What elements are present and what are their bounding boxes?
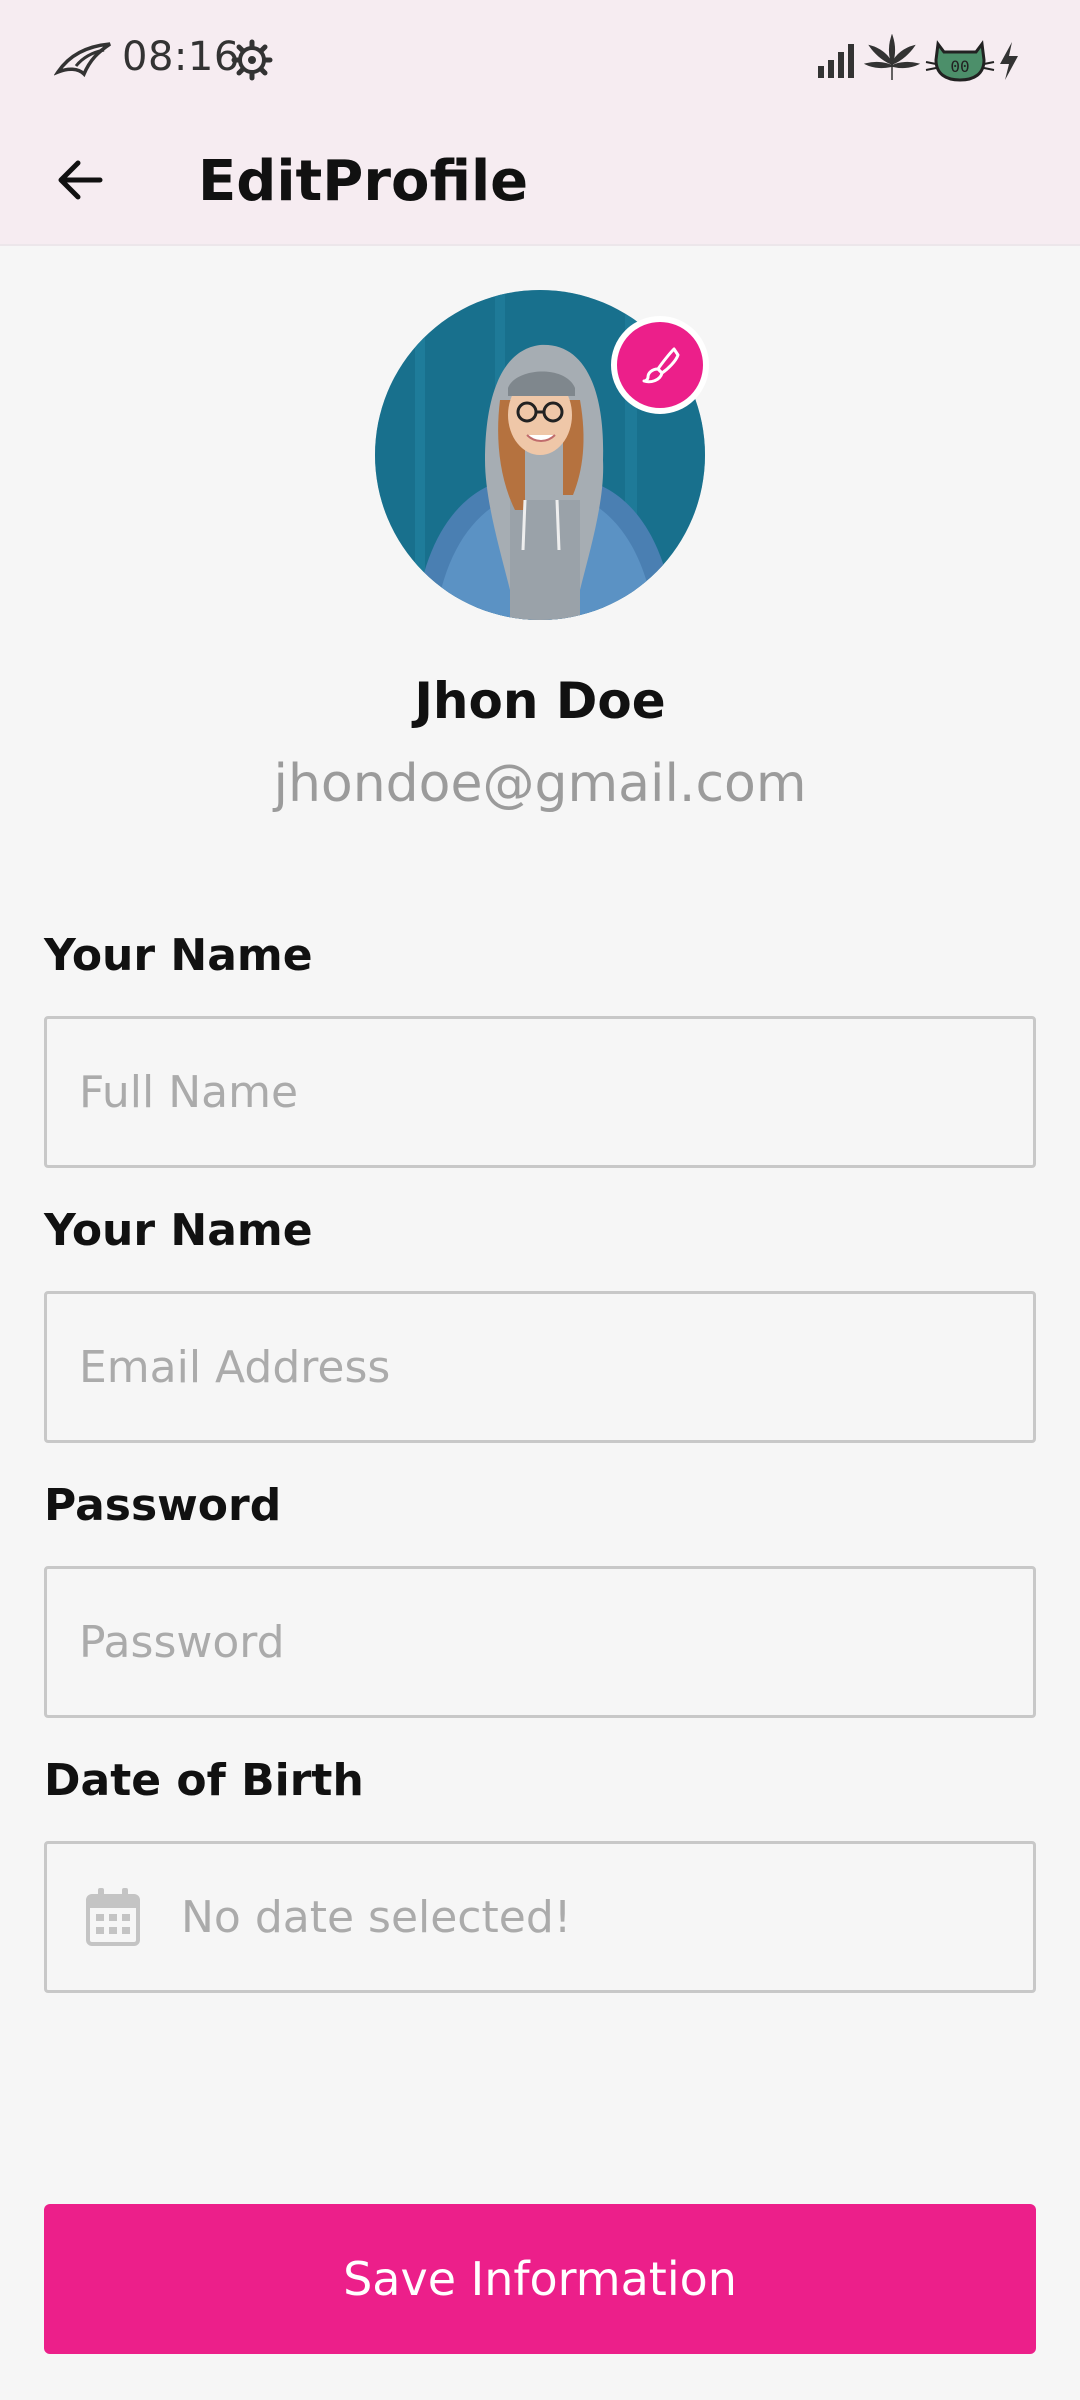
svg-text:00: 00: [950, 57, 969, 76]
settings-gear-icon: [231, 39, 273, 81]
arrow-back-icon: [58, 160, 103, 200]
leaf-icon: [863, 34, 921, 80]
name-label: Your Name: [44, 930, 313, 981]
profile-name: Jhon Doe: [414, 672, 666, 730]
status-bar: 08:16 00: [0, 0, 1080, 120]
app-bar: EditProfile: [0, 120, 1080, 246]
email-field-box: [44, 1291, 1036, 1443]
signal-bars-icon: [818, 44, 854, 78]
calendar-icon: [86, 1888, 140, 1946]
profile-email: jhondoe@gmail.com: [273, 754, 807, 814]
full-name-input[interactable]: [47, 1019, 1033, 1165]
charging-bolt-icon: [1000, 42, 1018, 80]
email-label: Your Name: [44, 1205, 313, 1256]
back-button[interactable]: [40, 140, 120, 220]
date-value: No date selected!: [181, 1891, 572, 1943]
status-time: 08:16: [122, 34, 240, 80]
password-label: Password: [44, 1480, 282, 1531]
page-title: EditProfile: [198, 149, 529, 214]
email-input[interactable]: [47, 1294, 1033, 1440]
brush-icon: [642, 347, 680, 384]
password-input[interactable]: [47, 1569, 1033, 1715]
full-name-field-box: [44, 1016, 1036, 1168]
password-field-box: [44, 1566, 1036, 1718]
rog-logo-icon: [54, 42, 111, 78]
date-of-birth-picker[interactable]: No date selected!: [44, 1841, 1036, 1993]
edit-avatar-button[interactable]: [611, 316, 709, 414]
cat-battery-icon: 00: [925, 40, 995, 82]
dob-label: Date of Birth: [44, 1755, 364, 1806]
save-information-button[interactable]: Save Information: [44, 2204, 1036, 2354]
